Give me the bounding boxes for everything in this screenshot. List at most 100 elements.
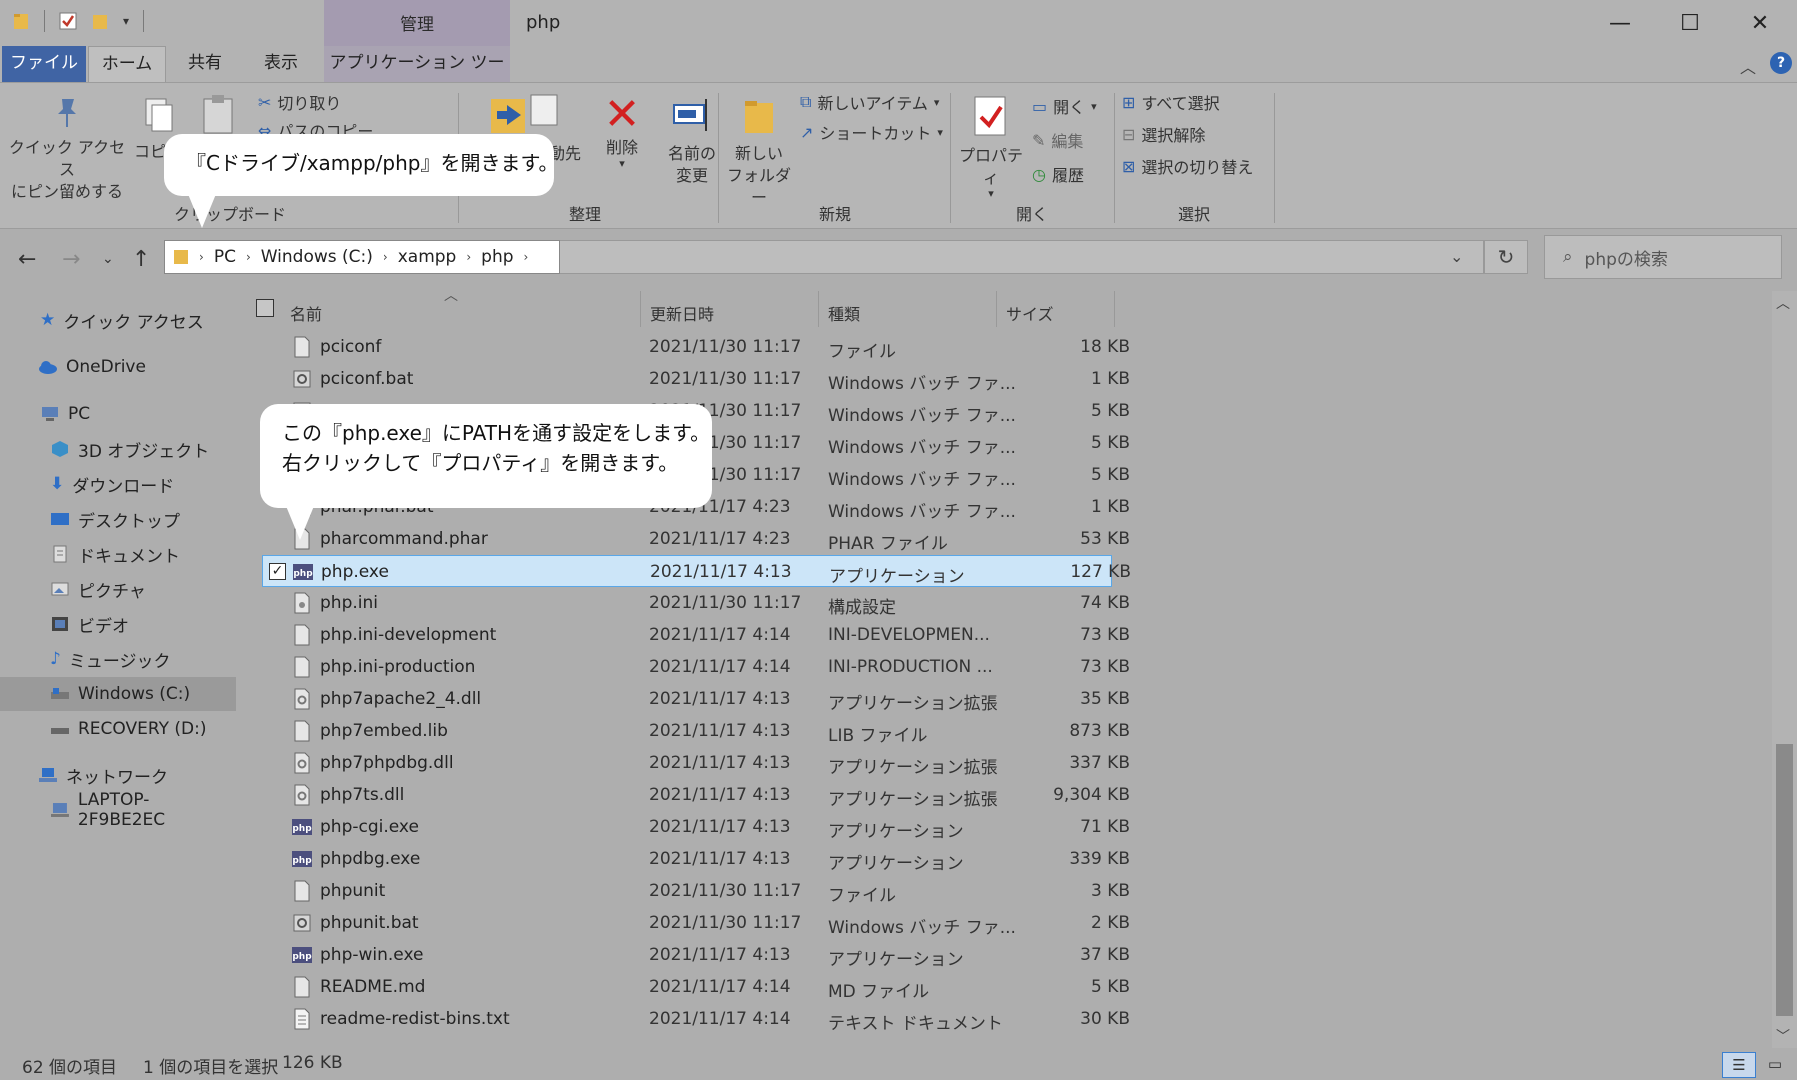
file-row[interactable]: php php-cgi.exe 2021/11/17 4:13 アプリケーション 71 … [262,811,1130,843]
column-header-name[interactable]: 名前 [290,301,322,325]
open-button[interactable]: ▭ 開く ▾ [1032,93,1097,119]
address-bar-empty-area[interactable] [560,240,1484,274]
edit-button[interactable]: ✎ 編集 [1032,127,1083,153]
file-row[interactable]: phpunit.bat 2021/11/30 11:17 Windows バッチ フ… [262,907,1130,939]
nav-item-pictures[interactable]: ピクチャ [0,572,236,606]
scroll-down-icon[interactable]: ﹀ [1776,1026,1790,1046]
breadcrumb-xampp[interactable]: xampp [398,247,457,267]
file-date: 2021/11/17 4:13 [649,721,791,741]
nav-item-network[interactable]: ネットワーク [0,758,236,792]
scroll-up-icon[interactable]: ︿ [1776,293,1790,313]
breadcrumb-php[interactable]: php [481,247,513,267]
column-separator[interactable] [818,291,819,327]
star-icon: ★ [40,310,56,330]
group-separator [718,93,719,223]
tab-home[interactable]: ホーム [88,46,166,82]
file-row[interactable]: pciconf.bat 2021/11/30 11:17 Windows バッチ フ… [262,363,1130,395]
column-header-size[interactable]: サイズ [1006,301,1054,325]
file-row[interactable]: php7apache2_4.dll 2021/11/17 4:13 アプリケーション… [262,683,1130,715]
tab-file[interactable]: ファイル [2,46,86,82]
row-checkbox[interactable]: ✓ [269,563,286,580]
nav-item-pc[interactable]: PC [0,397,236,431]
scrollbar-thumb[interactable] [1776,744,1793,1016]
delete-button[interactable]: ✕ 削除 ▾ [592,93,652,170]
pin-quick-access-button[interactable]: クイック アクセス にピン留めする [8,95,126,203]
column-separator[interactable] [1114,291,1115,327]
file-row[interactable]: php php-win.exe 2021/11/17 4:13 アプリケーション 37 … [262,939,1130,971]
file-size: 71 KB [1080,817,1130,837]
file-row[interactable]: readme-redist-bins.txt 2021/11/17 4:14 テキス… [262,1003,1130,1035]
file-row[interactable]: php7ts.dll 2021/11/17 4:13 アプリケーション拡張 9,304… [262,779,1130,811]
nav-item-music[interactable]: ♪ ミュージック [0,642,236,676]
properties-button[interactable]: プロパティ ▾ [954,93,1028,199]
nav-item-onedrive[interactable]: OneDrive [0,350,236,384]
chevron-up-icon[interactable]: ︿ [1740,54,1756,78]
nav-item-quick-access[interactable]: ★ クイック アクセス [0,303,236,337]
customize-toolbar-icon[interactable]: ▾ [123,14,129,28]
nav-item-recovery-d[interactable]: RECOVERY (D:) [0,712,236,746]
nav-item-documents[interactable]: ドキュメント [0,537,236,571]
nav-item-3d-objects[interactable]: 3D オブジェクト [0,432,236,466]
file-row[interactable]: pharcommand.phar 2021/11/17 4:23 PHAR ファイル… [262,523,1130,555]
select-all-icon: ⊞ [1122,92,1136,112]
file-name: php7ts.dll [320,785,405,805]
new-folder-button[interactable]: 新しい フォルダー [724,93,794,209]
tab-share[interactable]: 共有 [170,46,240,82]
large-icons-view-icon[interactable]: ▭ [1760,1052,1790,1078]
select-none-button[interactable]: ⊟ 選択解除 [1122,121,1205,147]
forward-arrow-icon[interactable]: → [62,247,80,272]
address-bar[interactable]: › PC › Windows (C:) › xampp › php › [164,240,560,274]
file-row[interactable]: php7embed.lib 2021/11/17 4:13 LIB ファイル 873 … [262,715,1130,747]
close-button[interactable]: ✕ [1740,8,1780,38]
file-size: 35 KB [1080,689,1130,709]
up-arrow-icon[interactable]: ↑ [132,247,150,272]
new-item-button[interactable]: ⧉ 新しいアイテム ▾ [800,89,939,115]
file-row[interactable]: pciconf 2021/11/30 11:17 ファイル 18 KB [262,331,1130,363]
tab-view[interactable]: 表示 [244,46,318,82]
help-icon[interactable]: ? [1770,52,1792,74]
search-box[interactable]: ⌕ phpの検索 [1544,235,1782,279]
file-date: 2021/11/17 4:13 [649,817,791,837]
file-row[interactable]: php.ini 2021/11/30 11:17 構成設定 74 KB [262,587,1130,619]
nav-item-videos[interactable]: ビデオ [0,607,236,641]
file-row[interactable]: php.ini-development 2021/11/17 4:14 INI-DE… [262,619,1130,651]
chevron-down-icon: ▾ [988,187,994,200]
select-all-checkbox[interactable] [256,299,274,317]
file-row[interactable]: php phpdbg.exe 2021/11/17 4:13 アプリケーション 339 … [262,843,1130,875]
file-row[interactable]: php7phpdbg.dll 2021/11/17 4:13 アプリケーション拡張 3… [262,747,1130,779]
column-separator[interactable] [640,291,641,327]
invert-selection-button[interactable]: ⊠ 選択の切り替え [1122,153,1253,179]
recent-locations-icon[interactable]: ⌄ [102,251,114,267]
cut-button[interactable]: ✂ 切り取り [258,89,341,115]
breadcrumb-pc[interactable]: PC [214,247,236,267]
history-icon: ◷ [1032,164,1046,184]
file-row[interactable]: phpunit 2021/11/30 11:17 ファイル 3 KB [262,875,1130,907]
column-header-date[interactable]: 更新日時 [650,301,714,325]
search-placeholder: phpの検索 [1584,249,1668,270]
nav-item-windows-c[interactable]: Windows (C:) [0,677,236,711]
file-row[interactable]: README.md 2021/11/17 4:14 MD ファイル 5 KB [262,971,1130,1003]
nav-item-label: PC [68,404,91,424]
history-button[interactable]: ◷ 履歴 [1032,161,1084,187]
new-folder-icon[interactable] [91,11,109,31]
breadcrumb-drive-c[interactable]: Windows (C:) [261,247,373,267]
nav-item-desktop[interactable]: デスクトップ [0,502,236,536]
column-header-type[interactable]: 種類 [828,301,860,325]
minimize-button[interactable]: — [1600,8,1640,38]
properties-check-icon[interactable] [59,11,77,31]
file-row[interactable]: php.ini-production 2021/11/17 4:14 INI-PRO… [262,651,1130,683]
tab-application-tools[interactable]: アプリケーション ツール [324,46,510,107]
column-separator[interactable] [996,291,997,327]
shortcut-button[interactable]: ↗ ショートカット ▾ [800,119,943,145]
maximize-button[interactable]: ☐ [1670,8,1710,38]
chevron-down-icon[interactable]: ⌄ [1450,247,1463,266]
file-row[interactable]: ✓ php php.exe 2021/11/17 4:13 アプリケーション 127 KB [262,555,1131,587]
select-all-button[interactable]: ⊞ すべて選択 [1122,89,1220,115]
file-type: ファイル [828,342,896,362]
nav-item-laptop[interactable]: LAPTOP-2F9BE2EC [0,790,236,830]
back-arrow-icon[interactable]: ← [18,247,36,272]
refresh-icon[interactable]: ↻ [1484,240,1528,274]
details-view-icon[interactable]: ☰ [1722,1052,1756,1078]
nav-item-downloads[interactable]: ⬇ ダウンロード [0,467,236,501]
properties-label: プロパティ [958,146,1023,187]
